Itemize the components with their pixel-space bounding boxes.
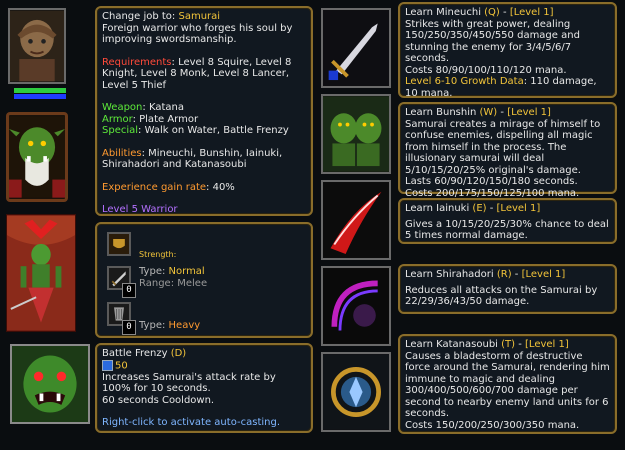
attack-type-label: Type: (139, 266, 169, 277)
class-level: Level 5 Warrior (102, 204, 178, 215)
skill-hotkey: (R) (496, 269, 512, 280)
attack-badge: 0 (122, 283, 136, 298)
skill-hotkey: (W) (479, 107, 498, 118)
skill-description: Gives a 10/15/20/25/30% chance to deal 5… (405, 218, 609, 242)
skill-cost: Costs 80/90/100/110/120 mana. (405, 64, 567, 76)
battle-frenzy-panel: Battle Frenzy (D) 50 Increases Samurai's… (95, 343, 313, 433)
hero-portrait-icon (10, 10, 64, 82)
skill-level: [Level 1] (509, 7, 554, 18)
skill-level: [Level 1] (525, 339, 569, 350)
skill-description: Samurai creates a mirage of himself to c… (405, 118, 601, 188)
skill-panel-mineuchi: Learn Mineuchi (Q) - [Level 1] Strikes w… (398, 2, 617, 99)
skill-cost: Costs 150/200/250/300/350 mana. (405, 419, 580, 431)
skill-level: [Level 1] (496, 203, 541, 214)
skill-level: [Level 1] (521, 269, 566, 280)
skill-learn-label: Learn Bunshin (405, 107, 480, 118)
sword-icon (323, 10, 389, 86)
battle-frenzy-icon (12, 346, 88, 422)
battle-frenzy-hotkey: (D) (170, 348, 187, 359)
armor-value: : Plate Armor (132, 113, 199, 125)
mana-icon (102, 359, 113, 371)
iainuki-skill-button[interactable] (321, 180, 391, 260)
bladestorm-icon (323, 354, 389, 430)
strength-label: Strength: (139, 250, 177, 259)
skill-description: Causes a bladestorm of destructive force… (405, 350, 610, 420)
skill-learn-label: Learn Shirahadori (405, 269, 497, 280)
skill-sep: - (486, 203, 497, 214)
job-title-name: Samurai (178, 11, 221, 22)
orc-portrait (6, 112, 68, 202)
skill-sep: - (511, 269, 522, 280)
mana-bar (14, 94, 66, 99)
battle-frenzy-mana: 50 (115, 360, 128, 371)
katanasoubi-skill-button[interactable] (321, 352, 391, 432)
armor-badge: 0 (122, 320, 136, 335)
skill-panel-shirahadori: Learn Shirahadori (R) - [Level 1] Reduce… (398, 264, 617, 314)
battle-frenzy-button[interactable] (10, 344, 90, 424)
orc-model-view-icon (7, 215, 75, 331)
job-description: Foreign warrior who forges his soul by i… (102, 22, 293, 46)
strength-shield-icon (109, 234, 129, 254)
mirror-image-icon (323, 96, 389, 172)
critical-strike-icon (323, 182, 389, 258)
range-text: Range: Melee (139, 278, 208, 289)
bunshin-skill-button[interactable] (321, 94, 391, 174)
armor-type-value: Heavy (168, 320, 201, 331)
shirahadori-skill-button[interactable] (321, 266, 391, 346)
growth-label: Level 6-10 Growth Data (405, 76, 524, 87)
hero-portrait[interactable] (8, 8, 66, 84)
skill-sep: - (497, 107, 508, 118)
battle-frenzy-line2: 60 seconds Cooldown. (102, 394, 215, 406)
skill-sep: - (515, 339, 526, 350)
battle-frenzy-line1: Increases Samurai's attack rate by 100% … (102, 371, 276, 395)
skill-description: Reduces all attacks on the Samurai by 22… (405, 284, 598, 308)
abilities-label: Abilities (102, 147, 142, 159)
orc-warrior-portrait-icon (9, 116, 65, 198)
skill-learn-label: Learn Katanasoubi (405, 339, 502, 350)
job-title-prefix: Change job to: (102, 11, 179, 22)
armor-type-label: Type: (139, 320, 169, 331)
skill-hotkey: (T) (501, 339, 516, 350)
exp-value: : 40% (206, 181, 235, 193)
skill-panel-bunshin: Learn Bunshin (W) - [Level 1] Samurai cr… (398, 102, 617, 199)
skill-hotkey: (E) (472, 203, 487, 214)
skill-description: Strikes with great power, dealing 150/25… (405, 18, 580, 65)
unit-model-view (6, 214, 76, 332)
stats-panel: Strength: 0 Type: Normal Range: Melee 0 … (95, 222, 313, 338)
skill-panel-katanasoubi: Learn Katanasoubi (T) - [Level 1] Causes… (398, 334, 617, 434)
skill-level: [Level 1] (507, 107, 551, 118)
battle-frenzy-name: Battle Frenzy (102, 348, 171, 359)
skill-panel-iainuki: Learn Iainuki (E) - [Level 1] Gives a 10… (398, 198, 617, 244)
armor-label: Armor (102, 113, 133, 125)
exp-label: Experience gain rate (102, 181, 207, 193)
health-bar (14, 88, 66, 93)
skill-hotkey: (Q) (484, 7, 500, 18)
skill-sep: - (499, 7, 510, 18)
attack-type-value: Normal (168, 266, 205, 277)
mineuchi-skill-button[interactable] (321, 8, 391, 88)
weapon-label: Weapon (102, 102, 143, 113)
strength-icon (107, 232, 131, 256)
skill-learn-label: Learn Mineuchi (405, 7, 485, 18)
special-label: Special (102, 125, 139, 136)
shield-aura-icon (323, 268, 389, 344)
weapon-value: : Katana (142, 102, 184, 113)
job-info-panel: Change job to: Samurai Foreign warrior w… (95, 6, 313, 216)
battle-frenzy-hint: Right-click to activate auto-casting. (102, 417, 281, 428)
skill-learn-label: Learn Iainuki (405, 203, 473, 214)
requirements-label: Requirements (102, 56, 172, 68)
special-value: : Walk on Water, Battle Frenzy (138, 125, 289, 136)
